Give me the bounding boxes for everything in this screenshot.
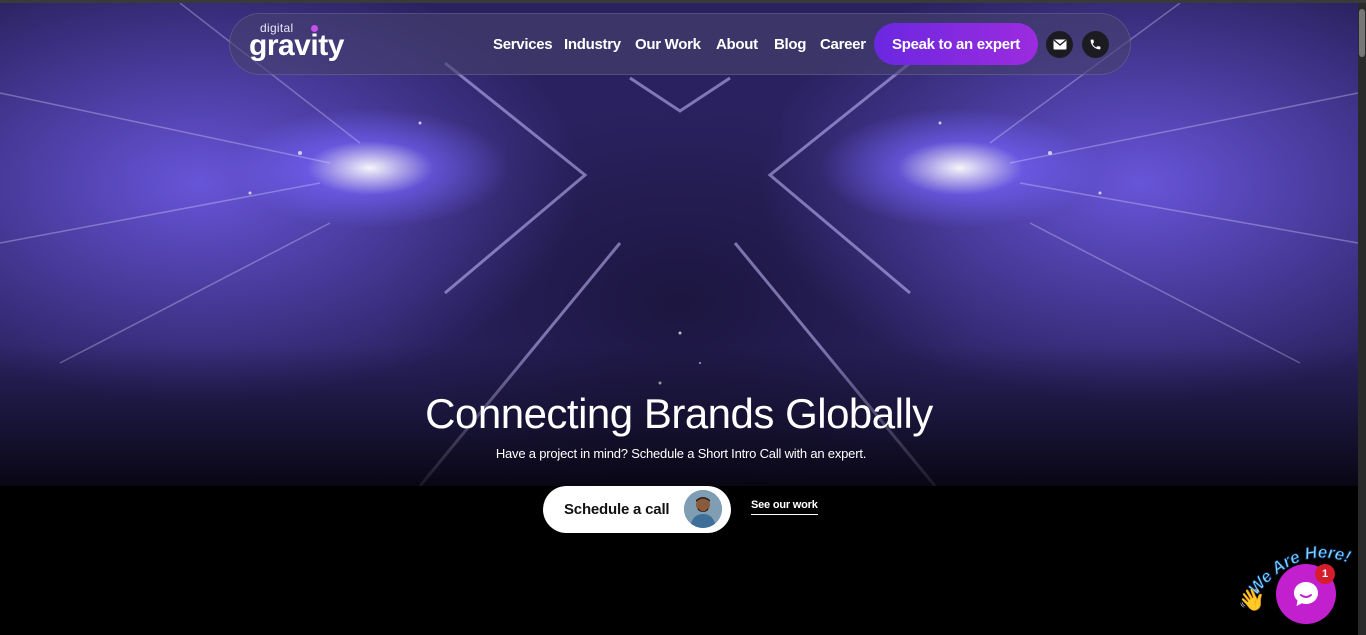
hero-subline: Have a project in mind? Schedule a Short… [495,446,867,461]
mail-icon [1053,39,1066,50]
nav-item-industry[interactable]: Industry [564,36,621,53]
expert-avatar [684,490,722,528]
nav-item-blog[interactable]: Blog [774,36,806,53]
nav-item-services[interactable]: Services [493,36,553,53]
nav-item-about[interactable]: About [716,36,758,53]
logo-dot [311,25,318,32]
schedule-call-button[interactable]: Schedule a call [543,486,731,533]
mail-button[interactable] [1046,31,1073,58]
page-scrollbar[interactable] [1358,3,1366,635]
waving-hand-icon: 👋 [1238,587,1266,612]
phone-icon [1090,39,1101,50]
logo-big-text: gravity [249,29,344,62]
hero-headline: Connecting Brands Globally [425,390,933,437]
schedule-call-label: Schedule a call [564,501,670,518]
digital-gravity-logo[interactable]: digital gravity [249,21,349,65]
chat-bubble-icon [1294,582,1318,606]
scrollbar-thumb[interactable] [1359,9,1365,57]
see-our-work-link[interactable]: See our work [751,499,818,515]
chat-notification-badge: 1 [1315,564,1335,584]
nav-item-career[interactable]: Career [820,36,866,53]
phone-button[interactable] [1082,31,1109,58]
speak-to-expert-button[interactable]: Speak to an expert [874,23,1038,65]
nav-item-our-work[interactable]: Our Work [635,36,701,53]
